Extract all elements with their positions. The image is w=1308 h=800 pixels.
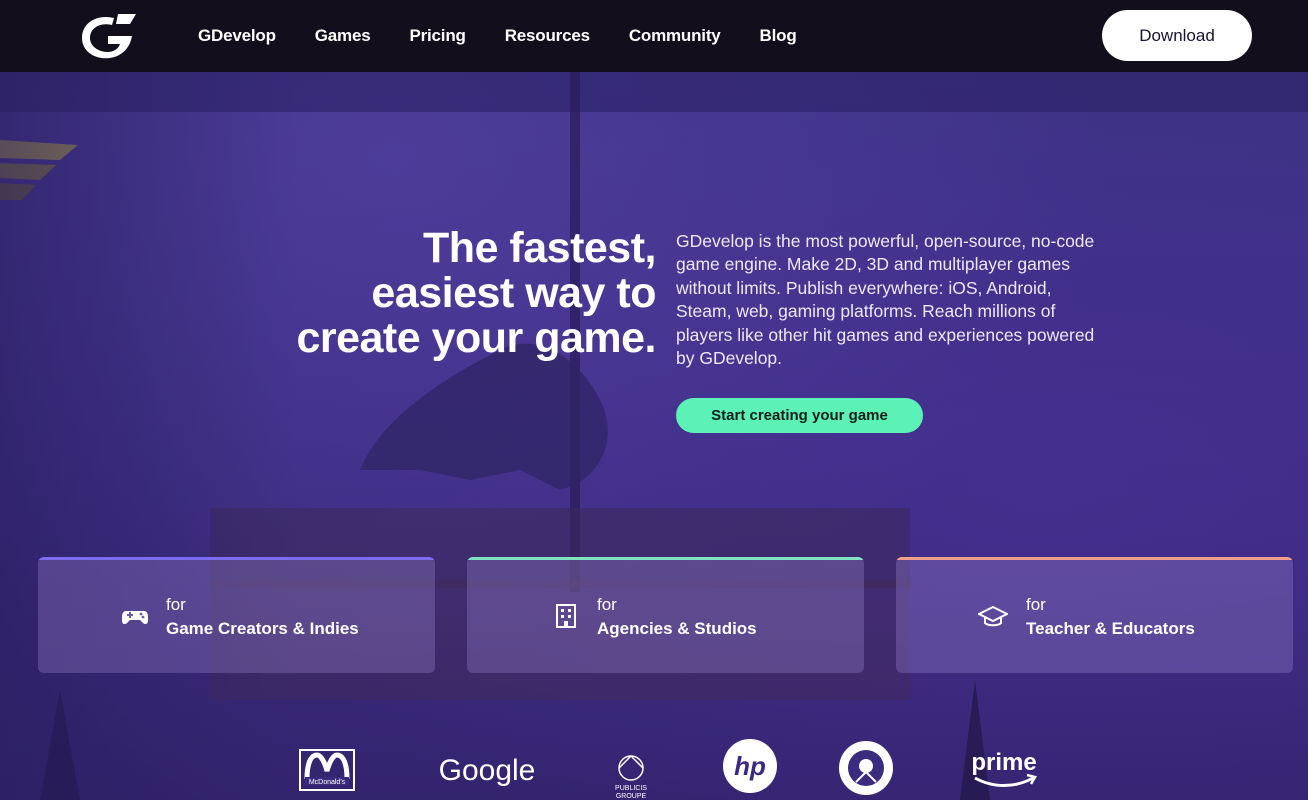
svg-text:prime: prime: [971, 749, 1036, 776]
gamepad-icon: [122, 611, 148, 625]
headline-line-1: The fastest,: [423, 224, 656, 272]
svg-text:PUBLICIS: PUBLICIS: [615, 785, 647, 792]
card-accent: [38, 557, 435, 560]
card-title: Game Creators & Indies: [166, 619, 359, 638]
card-prefix: for: [1026, 595, 1046, 614]
hp-logo: hp: [723, 739, 777, 793]
building-icon: [556, 604, 576, 628]
card-title: Teacher & Educators: [1026, 619, 1195, 638]
card-title: Agencies & Studios: [597, 619, 757, 638]
graduation-cap-icon: [978, 605, 1008, 627]
prime-logo: prime: [971, 749, 1037, 787]
headline-line-3: create your game.: [296, 314, 656, 362]
nav-item-community[interactable]: Community: [629, 26, 721, 46]
card-prefix: for: [597, 595, 617, 614]
brand-logos: McDonald's Google PUBLICIS GROUPE hp pri…: [0, 732, 1308, 800]
starbucks-logo: [839, 741, 893, 795]
hero-intro: GDevelop is the most powerful, open-sour…: [676, 231, 1095, 369]
hero-headline: The fastest, easiest way to create your …: [196, 226, 656, 361]
svg-text:McDonald's: McDonald's: [309, 779, 346, 786]
google-logo: Google: [439, 754, 536, 787]
background-game-scene: [0, 72, 1308, 800]
top-navigation: GDevelop Games Pricing Resources Communi…: [0, 0, 1308, 72]
start-creating-button[interactable]: Start creating your game: [676, 398, 923, 433]
main-nav: GDevelop Games Pricing Resources Communi…: [198, 0, 797, 72]
card-game-creators[interactable]: for Game Creators & Indies: [38, 557, 435, 673]
svg-text:GROUPE: GROUPE: [616, 793, 647, 800]
nav-item-resources[interactable]: Resources: [505, 26, 590, 46]
card-agencies[interactable]: for Agencies & Studios: [467, 557, 864, 673]
headline-line-2: easiest way to: [371, 269, 656, 317]
download-button[interactable]: Download: [1102, 10, 1252, 61]
card-prefix: for: [166, 595, 186, 614]
audience-cards: for Game Creators & Indies for Agencies …: [38, 557, 1294, 673]
gdevelop-logo[interactable]: [78, 12, 136, 60]
card-accent: [467, 557, 864, 560]
nav-item-pricing[interactable]: Pricing: [409, 26, 465, 46]
page: GDevelop Games Pricing Resources Communi…: [0, 0, 1308, 800]
nav-item-gdevelop[interactable]: GDevelop: [198, 26, 276, 46]
svg-text:hp: hp: [734, 751, 766, 781]
svg-text:Google: Google: [439, 754, 536, 787]
card-accent: [896, 557, 1293, 560]
nav-item-games[interactable]: Games: [315, 26, 371, 46]
mcdonalds-logo: McDonald's: [299, 749, 355, 791]
card-educators[interactable]: for Teacher & Educators: [896, 557, 1293, 673]
publicis-logo: PUBLICIS GROUPE: [615, 754, 647, 800]
nav-item-blog[interactable]: Blog: [760, 26, 797, 46]
